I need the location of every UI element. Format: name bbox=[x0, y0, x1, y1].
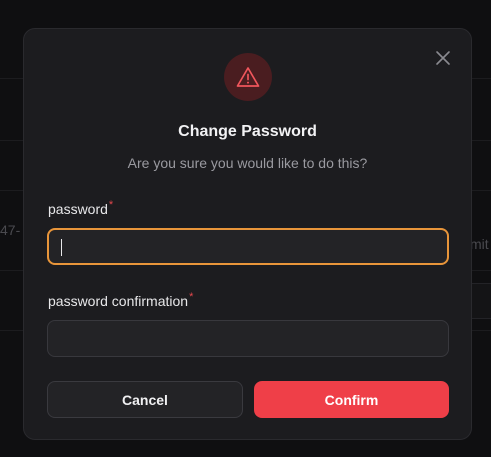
warning-triangle-icon bbox=[236, 67, 260, 87]
background-text-fragment: mit bbox=[470, 236, 489, 252]
required-mark: * bbox=[189, 291, 194, 303]
password-confirmation-label-text: password confirmation bbox=[48, 293, 189, 309]
close-button[interactable] bbox=[429, 44, 457, 72]
dialog-title: Change Password bbox=[178, 123, 317, 140]
background-text-fragment: 47- bbox=[0, 222, 21, 238]
change-password-dialog: Change Password Are you sure you would l… bbox=[23, 28, 472, 440]
password-label: password* bbox=[48, 199, 114, 217]
password-confirmation-label: password confirmation* bbox=[48, 291, 194, 309]
password-label-text: password bbox=[48, 201, 108, 217]
close-icon bbox=[436, 51, 450, 65]
confirm-button[interactable]: Confirm bbox=[254, 381, 449, 418]
cancel-button[interactable]: Cancel bbox=[47, 381, 243, 418]
text-caret bbox=[61, 239, 62, 256]
warning-badge bbox=[224, 53, 272, 101]
password-input[interactable] bbox=[47, 228, 449, 265]
required-mark: * bbox=[108, 199, 114, 211]
password-confirmation-input[interactable] bbox=[47, 320, 449, 357]
dialog-subtitle: Are you sure you would like to do this? bbox=[127, 155, 368, 171]
